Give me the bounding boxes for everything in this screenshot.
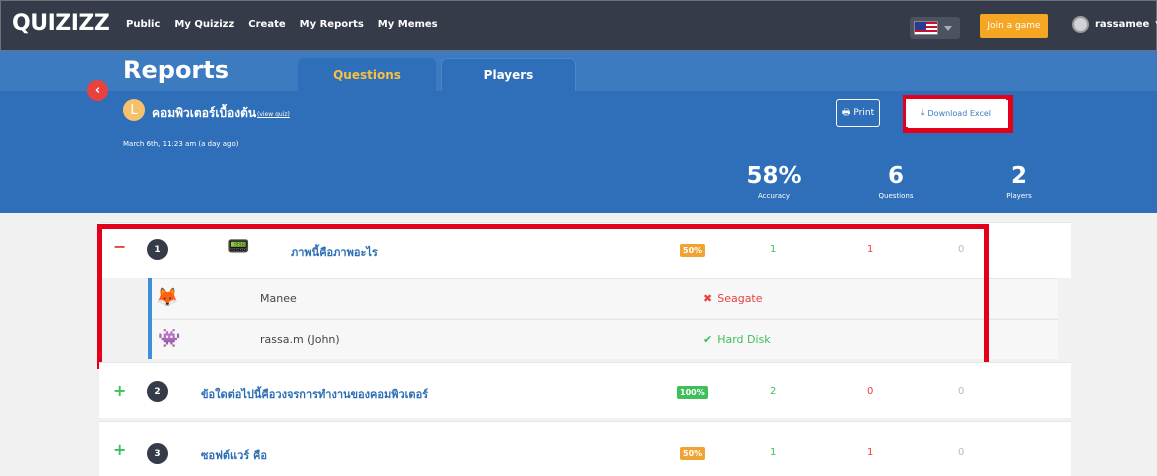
nav-links: Public My Quizizz Create My Reports My M… — [126, 19, 438, 30]
accuracy-badge: 100% — [677, 386, 708, 399]
expand-icon[interactable]: + — [113, 440, 126, 459]
stat-questions: 6 Questions — [846, 162, 946, 200]
download-excel-button[interactable]: ⤓ Download Excel — [906, 99, 1006, 127]
download-label: Download Excel — [927, 108, 992, 118]
us-flag-icon — [914, 21, 938, 35]
accuracy-badge: 50% — [680, 447, 706, 460]
stat-value: 58% — [746, 163, 802, 189]
printer-icon: 🖶 — [841, 108, 851, 118]
wrong-count: 0 — [867, 386, 874, 397]
quizizz-logo[interactable]: QUIZIZZ — [12, 11, 110, 36]
skipped-count: 0 — [958, 386, 965, 397]
chevron-down-icon — [944, 25, 952, 31]
quiz-date: March 6th, 11:23 am (a day ago) — [123, 140, 239, 148]
stat-value: 6 — [887, 163, 904, 189]
stat-accuracy: 58% Accuracy — [724, 162, 824, 200]
nav-link-create[interactable]: Create — [248, 19, 285, 30]
tab-questions[interactable]: Questions — [298, 58, 436, 91]
stat-label: Players — [1006, 192, 1032, 200]
correct-count: 1 — [770, 447, 777, 458]
nav-link-my-reports[interactable]: My Reports — [300, 19, 364, 30]
nav-link-my-memes[interactable]: My Memes — [378, 19, 438, 30]
stat-label: Questions — [878, 192, 914, 200]
stat-value: 2 — [1010, 163, 1027, 189]
question-number: 2 — [147, 381, 168, 402]
correct-count: 2 — [770, 386, 777, 397]
stat-players: 2 Players — [969, 162, 1069, 200]
user-menu[interactable]: rassamee ▼ — [1072, 16, 1157, 33]
avatar — [1072, 16, 1089, 33]
tab-players[interactable]: Players — [441, 58, 576, 91]
back-button[interactable]: ‹ — [87, 80, 108, 101]
skipped-count: 0 — [958, 447, 965, 458]
question-row[interactable]: + 3 ซอฟต์แวร์ คือ 50% 1 1 0 — [99, 421, 1071, 476]
quiz-title: คอมพิวเตอร์เบื้องต้น — [152, 106, 257, 120]
page-title: Reports — [123, 56, 230, 84]
question-highlight-box — [97, 224, 989, 369]
view-quiz-link[interactable]: (view quiz) — [257, 111, 290, 118]
quiz-initial-badge: L — [123, 99, 145, 121]
username: rassamee — [1095, 19, 1150, 30]
question-text: ซอฟต์แวร์ คือ — [201, 449, 267, 462]
top-navbar: QUIZIZZ Public My Quizizz Create My Repo… — [0, 0, 1157, 51]
print-button[interactable]: 🖶 Print — [836, 99, 880, 127]
print-label: Print — [853, 108, 875, 118]
join-game-button[interactable]: Join a game — [980, 14, 1048, 38]
question-row[interactable]: + 2 ข้อใดต่อไปนี้คือวงจรการทำงานของคอมพิ… — [99, 362, 1071, 418]
stat-label: Accuracy — [758, 192, 790, 200]
language-select[interactable] — [910, 17, 960, 39]
expand-icon[interactable]: + — [113, 381, 126, 400]
nav-link-my-quizizz[interactable]: My Quizizz — [174, 19, 234, 30]
nav-link-public[interactable]: Public — [126, 19, 160, 30]
question-number: 3 — [147, 443, 168, 464]
wrong-count: 1 — [867, 447, 874, 458]
question-text: ข้อใดต่อไปนี้คือวงจรการทำงานของคอมพิวเตอ… — [201, 388, 429, 401]
download-icon: ⤓ — [920, 108, 925, 117]
